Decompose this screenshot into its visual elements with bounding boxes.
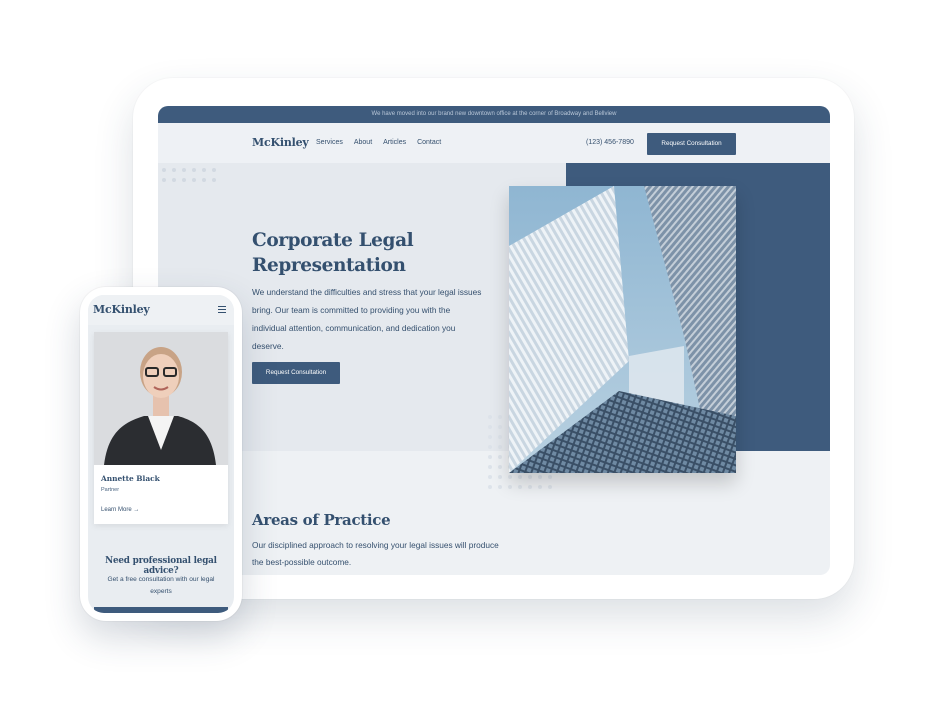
- attorney-card[interactable]: Annette Black Partner Learn More →: [94, 332, 228, 524]
- mobile-bottom-bar: [94, 607, 228, 613]
- hero-request-button[interactable]: Request Consultation: [252, 362, 340, 384]
- attorney-role: Partner: [101, 487, 120, 493]
- site-logo[interactable]: McKinley: [252, 136, 309, 149]
- phone-screen: McKinley Annette Black Partner Learn Mor…: [88, 295, 234, 613]
- request-consultation-button[interactable]: Request Consultation: [647, 133, 736, 155]
- mobile-nav: McKinley: [88, 295, 234, 325]
- mobile-cta-title: Need professional legal advice?: [105, 556, 217, 576]
- attorney-name: Annette Black: [101, 474, 160, 483]
- hamburger-menu-icon[interactable]: [218, 306, 226, 313]
- hero-title: Corporate Legal Representation: [252, 230, 414, 276]
- main-menu: Services About Articles Contact: [316, 139, 441, 146]
- phone-number[interactable]: (123) 456-7890: [586, 139, 634, 146]
- mobile-logo[interactable]: McKinley: [93, 303, 150, 316]
- announcement-bar: We have moved into our brand new downtow…: [158, 106, 830, 123]
- hero-building-image: [509, 186, 736, 473]
- learn-more-link[interactable]: Learn More →: [101, 507, 139, 513]
- tablet-screen: We have moved into our brand new downtow…: [158, 106, 830, 575]
- arrow-right-icon: →: [133, 507, 140, 513]
- mobile-cta-text: Get a free consultation with our legal e…: [107, 576, 215, 595]
- hero-description: We understand the difficulties and stres…: [252, 287, 482, 351]
- dot-pattern-top: [162, 168, 216, 182]
- nav-about[interactable]: About: [354, 139, 372, 146]
- attorney-photo: [94, 332, 228, 465]
- nav-contact[interactable]: Contact: [417, 139, 441, 146]
- hero-section: Corporate Legal Representation We unders…: [158, 163, 830, 489]
- nav-services[interactable]: Services: [316, 139, 343, 146]
- areas-title: Areas of Practice: [252, 511, 391, 529]
- top-nav: McKinley Services About Articles Contact…: [158, 123, 830, 163]
- areas-description: Our disciplined approach to resolving yo…: [252, 540, 499, 567]
- nav-articles[interactable]: Articles: [383, 139, 406, 146]
- learn-more-label: Learn More: [101, 507, 132, 513]
